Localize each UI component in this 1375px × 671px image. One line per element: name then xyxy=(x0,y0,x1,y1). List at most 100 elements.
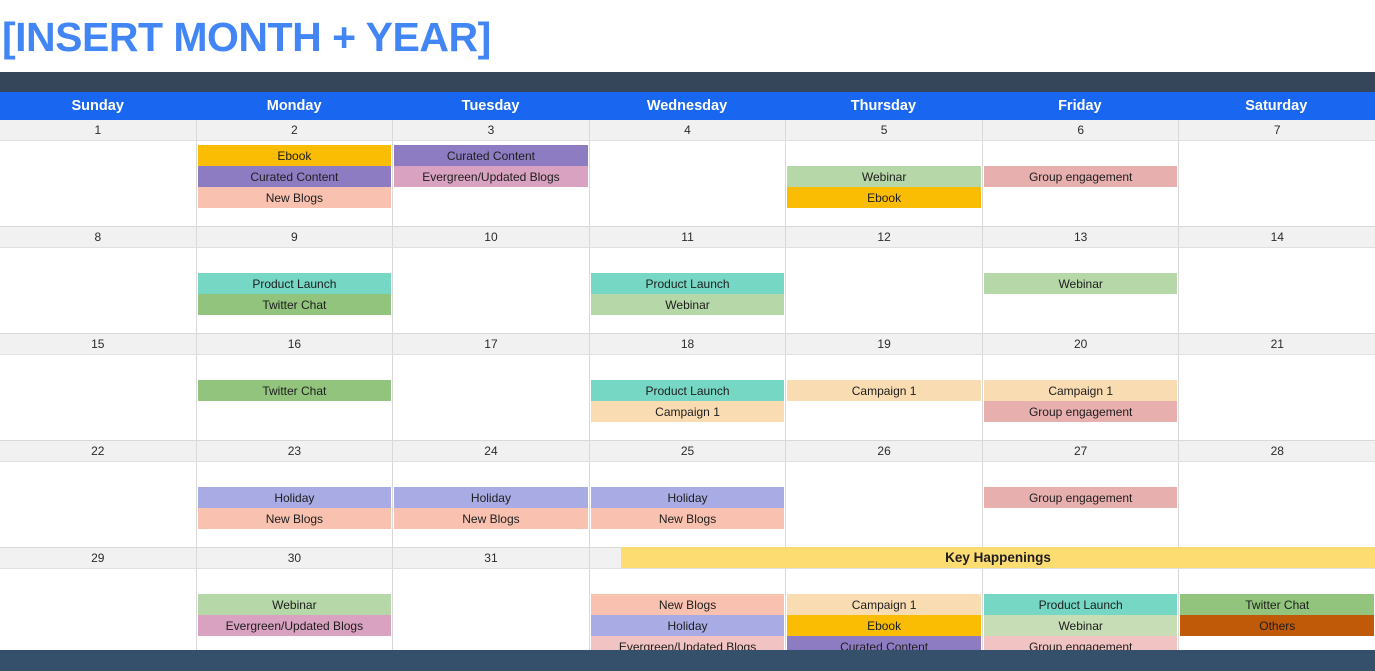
event-chip[interactable]: New Blogs xyxy=(590,508,785,529)
date-cell[interactable]: 26 xyxy=(786,441,983,461)
event-chip[interactable]: Twitter Chat xyxy=(197,380,392,401)
event-chip[interactable]: Webinar xyxy=(787,166,981,187)
event-chip[interactable]: Webinar xyxy=(197,594,392,615)
event-chip[interactable]: Evergreen/Updated Blogs xyxy=(394,166,588,187)
date-cell[interactable]: 15 xyxy=(0,334,197,354)
date-cell[interactable]: 2 xyxy=(197,120,394,140)
day-cell[interactable] xyxy=(393,569,590,659)
event-chip[interactable]: Campaign 1 xyxy=(787,380,981,401)
day-cell[interactable] xyxy=(1179,248,1375,333)
day-cell[interactable] xyxy=(1179,141,1375,226)
event-chip[interactable]: New Blogs xyxy=(197,508,392,529)
event-chip[interactable]: Ebook xyxy=(787,615,981,636)
day-cell[interactable]: Twitter Chat Others xyxy=(1179,569,1375,659)
event-chip[interactable]: Curated Content xyxy=(394,145,588,166)
date-cell[interactable]: 25 xyxy=(590,441,787,461)
day-cell[interactable]: Product Launch Webinar Group engagement xyxy=(983,569,1180,659)
event-chip[interactable]: Group engagement xyxy=(983,487,1178,508)
day-cell[interactable]: Campaign 1 xyxy=(786,355,983,440)
date-cell[interactable]: 1 xyxy=(0,120,197,140)
event-chip[interactable]: Group engagement xyxy=(983,401,1178,422)
date-cell[interactable]: 20 xyxy=(983,334,1180,354)
date-cell[interactable]: 14 xyxy=(1179,227,1375,247)
date-cell[interactable]: 30 xyxy=(197,548,394,568)
event-chip[interactable]: New Blogs xyxy=(197,187,392,208)
day-cell[interactable]: Group engagement xyxy=(983,141,1180,226)
date-cell[interactable]: 7 xyxy=(1179,120,1375,140)
event-chip[interactable]: Product Launch xyxy=(197,273,392,294)
date-cell[interactable]: 8 xyxy=(0,227,197,247)
date-cell[interactable]: 12 xyxy=(786,227,983,247)
date-cell[interactable]: 11 xyxy=(590,227,787,247)
event-chip[interactable]: Holiday xyxy=(394,487,588,508)
day-cell[interactable] xyxy=(1179,355,1375,440)
day-cell[interactable] xyxy=(590,141,787,226)
event-chip[interactable]: Campaign 1 xyxy=(590,401,785,422)
date-cell[interactable]: 9 xyxy=(197,227,394,247)
day-cell[interactable]: Webinar Ebook xyxy=(786,141,983,226)
day-cell[interactable]: Webinar Evergreen/Updated Blogs xyxy=(197,569,394,659)
event-chip[interactable]: New Blogs xyxy=(394,508,588,529)
date-cell[interactable]: 16 xyxy=(197,334,394,354)
day-cell[interactable]: Campaign 1 Ebook Curated Content xyxy=(786,569,983,659)
event-chip[interactable]: Webinar xyxy=(590,294,785,315)
date-cell[interactable]: 5 xyxy=(786,120,983,140)
date-cell[interactable]: 28 xyxy=(1179,441,1375,461)
date-cell[interactable]: 13 xyxy=(983,227,1180,247)
event-chip[interactable]: Ebook xyxy=(787,187,981,208)
date-cell[interactable]: 24 xyxy=(393,441,590,461)
day-cell[interactable] xyxy=(1179,462,1375,547)
date-cell[interactable]: 22 xyxy=(0,441,197,461)
day-cell[interactable] xyxy=(0,355,197,440)
event-chip[interactable]: Holiday xyxy=(590,615,785,636)
date-cell[interactable]: 3 xyxy=(393,120,590,140)
day-cell[interactable]: New Blogs Holiday Evergreen/Updated Blogs xyxy=(590,569,787,659)
event-chip[interactable]: Campaign 1 xyxy=(787,594,981,615)
date-cell[interactable]: 17 xyxy=(393,334,590,354)
day-cell[interactable]: Product Launch Twitter Chat xyxy=(197,248,394,333)
date-cell[interactable]: 27 xyxy=(983,441,1180,461)
date-cell[interactable]: 10 xyxy=(393,227,590,247)
event-chip[interactable]: Curated Content xyxy=(197,166,392,187)
day-cell[interactable] xyxy=(393,355,590,440)
day-cell[interactable]: Holiday New Blogs xyxy=(590,462,787,547)
event-chip[interactable]: Webinar xyxy=(983,273,1178,294)
event-chip[interactable]: Group engagement xyxy=(983,166,1178,187)
date-cell[interactable]: 6 xyxy=(983,120,1180,140)
day-cell[interactable]: Holiday New Blogs xyxy=(197,462,394,547)
day-cell[interactable] xyxy=(0,569,197,659)
day-cell[interactable] xyxy=(0,462,197,547)
event-chip[interactable]: Twitter Chat xyxy=(197,294,392,315)
date-cell[interactable]: 29 xyxy=(0,548,197,568)
event-chip[interactable]: Product Launch xyxy=(983,594,1178,615)
day-cell[interactable] xyxy=(786,462,983,547)
event-chip[interactable]: Others xyxy=(1180,615,1375,636)
day-cell[interactable]: Product Launch Webinar xyxy=(590,248,787,333)
day-cell[interactable] xyxy=(393,248,590,333)
day-cell[interactable]: Ebook Curated Content New Blogs xyxy=(197,141,394,226)
event-chip[interactable]: Evergreen/Updated Blogs xyxy=(197,615,392,636)
event-chip[interactable]: Product Launch xyxy=(590,273,785,294)
event-chip[interactable]: Holiday xyxy=(197,487,392,508)
event-chip[interactable]: Twitter Chat xyxy=(1180,594,1375,615)
event-chip[interactable]: New Blogs xyxy=(590,594,785,615)
day-cell[interactable] xyxy=(0,141,197,226)
day-cell[interactable] xyxy=(786,248,983,333)
day-cell[interactable] xyxy=(0,248,197,333)
date-cell[interactable]: 31 xyxy=(393,548,590,568)
date-cell[interactable]: 21 xyxy=(1179,334,1375,354)
day-cell[interactable]: Holiday New Blogs xyxy=(393,462,590,547)
date-cell[interactable]: 4 xyxy=(590,120,787,140)
event-chip[interactable]: Holiday xyxy=(590,487,785,508)
event-chip[interactable]: Ebook xyxy=(197,145,392,166)
date-cell[interactable]: 18 xyxy=(590,334,787,354)
date-cell[interactable]: 19 xyxy=(786,334,983,354)
day-cell[interactable]: Product Launch Campaign 1 xyxy=(590,355,787,440)
event-chip[interactable]: Webinar xyxy=(983,615,1178,636)
event-chip[interactable]: Campaign 1 xyxy=(983,380,1178,401)
day-cell[interactable]: Group engagement xyxy=(983,462,1180,547)
day-cell[interactable]: Twitter Chat xyxy=(197,355,394,440)
event-chip[interactable]: Product Launch xyxy=(590,380,785,401)
day-cell[interactable]: Webinar xyxy=(983,248,1180,333)
date-cell[interactable]: 23 xyxy=(197,441,394,461)
